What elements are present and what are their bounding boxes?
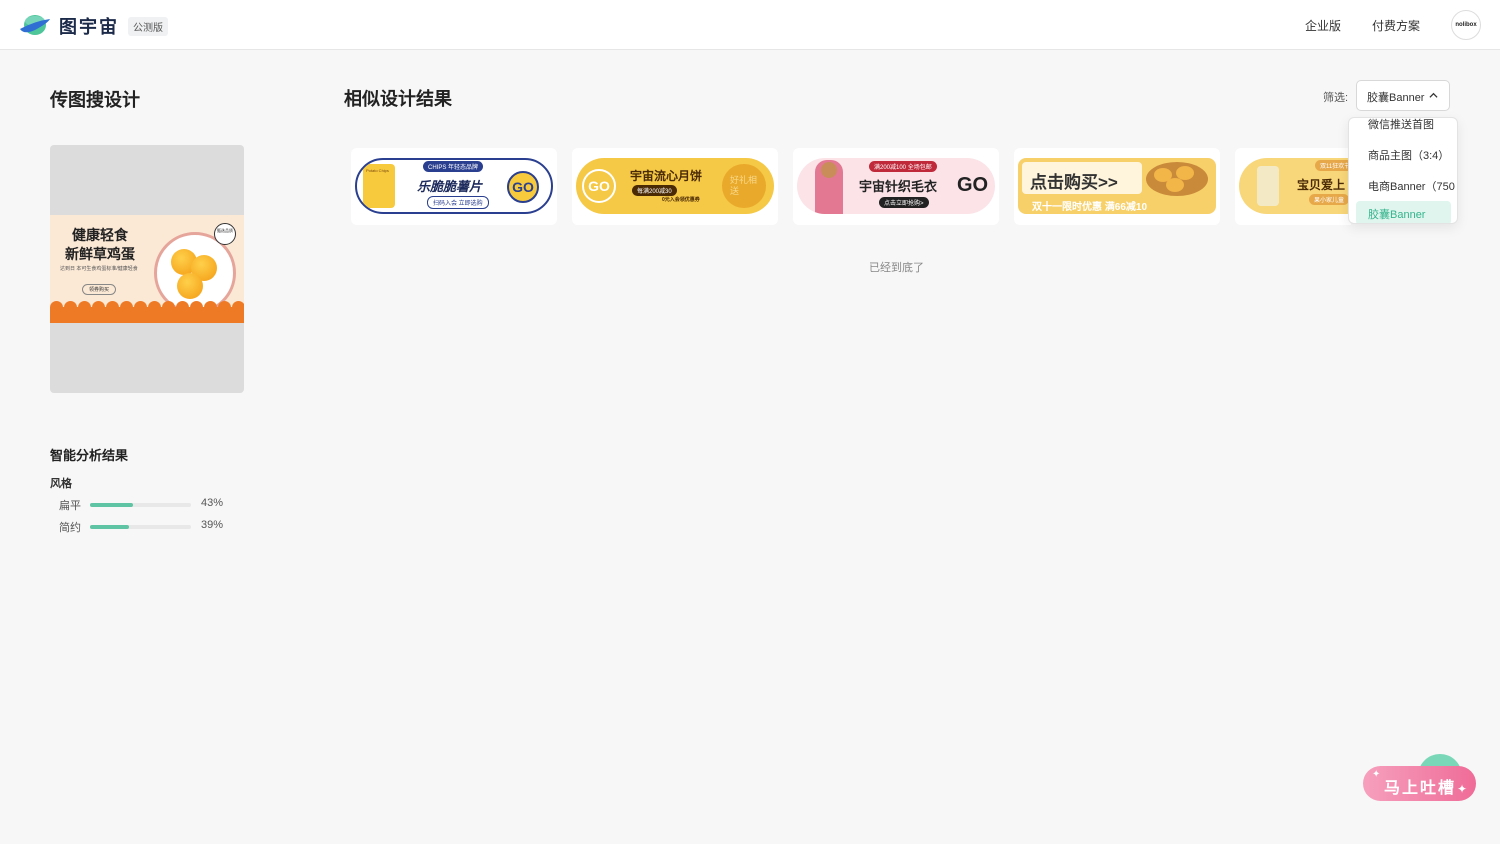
filter-dropdown-menu: 微信推送首图 商品主图（3:4） 电商Banner（750 胶囊Banner (1348, 117, 1458, 224)
design-badge: 甄选品质 (214, 223, 236, 245)
planet-logo-icon[interactable] (18, 11, 52, 39)
card-tag: 满200减100 全场包邮 (869, 161, 937, 172)
nav-pricing-link[interactable]: 付费方案 (1372, 17, 1420, 34)
dropdown-option-wechat-cover[interactable]: 微信推送首图 (1349, 118, 1457, 135)
metric-value: 39% (201, 519, 224, 531)
card-subtext: 双十一限时优惠 满66减10 (1032, 202, 1148, 213)
sparkle-icon: ✦ (1457, 782, 1470, 796)
card-subtext: 每满200减30 (632, 185, 677, 196)
uploaded-image-preview[interactable]: 健康轻食 新鲜草鸡蛋 达到日 本可生食鸡蛋标准/健康轻食 领券购买 甄选品质 (50, 145, 244, 393)
bottle-image (1257, 166, 1279, 206)
card-go-badge: GO (507, 171, 539, 203)
mooncake-image: 好礼相送 (722, 164, 766, 208)
card-go-badge: GO (582, 169, 616, 203)
card-tag: 双11狂欢节 (1315, 160, 1351, 171)
upload-search-title: 传图搜设计 (50, 90, 140, 110)
metric-flat: 扁平 43% (59, 497, 239, 512)
card-title: 宝贝爱上 (1297, 178, 1346, 192)
result-card[interactable]: 点击购买>> 双十一限时优惠 满66减10 (1014, 148, 1220, 225)
metric-bar-fill (90, 503, 134, 507)
feedback-button[interactable]: 马上吐槽 ✦ ✦ (1363, 766, 1476, 801)
card-title: 宇宙流心月饼 (630, 169, 703, 183)
model-image (815, 160, 843, 214)
card-tag: CHIPS 年轻态品牌 (423, 161, 484, 172)
result-card[interactable]: Potato Chips CHIPS 年轻态品牌 乐脆脆薯片 扫码入会 立即选购… (351, 148, 557, 225)
filter-selected-value: 胶囊Banner (1367, 92, 1425, 104)
pastry-image (1146, 162, 1208, 196)
filter-label: 筛选: (1323, 92, 1349, 104)
card-image: 满200减100 全场包邮 宇宙针织毛衣 点击立即抢购> GO (797, 158, 995, 214)
analysis-title: 智能分析结果 (50, 448, 129, 463)
card-title: 点击购买>> (1030, 173, 1118, 192)
metric-bar-track (90, 503, 191, 507)
chevron-up-icon (1429, 92, 1438, 98)
nav-enterprise-link[interactable]: 企业版 (1305, 17, 1341, 34)
metric-bar-track (90, 525, 191, 529)
result-card[interactable]: GO 宇宙流心月饼 每满200减30 0元入会领优惠券 好礼相送 (572, 148, 778, 225)
chips-bag-image: Potato Chips (363, 164, 395, 208)
feedback-label: 马上吐槽 (1384, 780, 1457, 797)
card-subtext: 扫码入会 立即选购 (427, 196, 489, 209)
end-of-results-text: 已经到底了 (869, 262, 924, 274)
design-subtext: 达到日 本可生食鸡蛋标准/健康轻食 (60, 266, 138, 272)
dropdown-option-capsule-banner[interactable]: 胶囊Banner (1356, 201, 1451, 223)
metric-name: 简约 (59, 522, 81, 534)
brand-name[interactable]: 图宇宙 (59, 13, 119, 39)
filter-select[interactable]: 胶囊Banner (1356, 80, 1450, 111)
design-line-1: 健康轻食 (72, 227, 128, 243)
card-image: Potato Chips CHIPS 年轻态品牌 乐脆脆薯片 扫码入会 立即选购… (355, 158, 553, 214)
top-header: 图宇宙 公测版 企业版 付费方案 nolibox (0, 0, 1500, 50)
beta-badge: 公测版 (128, 17, 168, 36)
result-card[interactable]: 满200减100 全场包邮 宇宙针织毛衣 点击立即抢购> GO (793, 148, 999, 225)
results-grid: Potato Chips CHIPS 年轻态品牌 乐脆脆薯片 扫码入会 立即选购… (351, 148, 1351, 226)
uploaded-design-image: 健康轻食 新鲜草鸡蛋 达到日 本可生食鸡蛋标准/健康轻食 领券购买 甄选品质 (50, 215, 244, 323)
similar-results-title: 相似设计结果 (344, 89, 452, 109)
metric-bar-fill (90, 525, 130, 529)
metric-value: 43% (201, 497, 224, 509)
design-line-2: 新鲜草鸡蛋 (65, 246, 135, 262)
card-title: 乐脆脆薯片 (417, 179, 483, 194)
card-image: GO 宇宙流心月饼 每满200减30 0元入会领优惠券 好礼相送 (576, 158, 774, 214)
card-subtext: 点击立即抢购> (879, 197, 929, 208)
card-image: 双11狂欢节 宝贝爱上 果小家儿童 (1239, 158, 1351, 214)
dropdown-option-product-main[interactable]: 商品主图（3:4） (1349, 142, 1457, 166)
card-image: 点击购买>> 双十一限时优惠 满66减10 (1018, 158, 1216, 214)
metric-name: 扁平 (59, 500, 81, 512)
card-subtext: 果小家儿童 (1309, 194, 1350, 205)
design-wave-border (50, 301, 244, 323)
card-subtext-2: 0元入会领优惠券 (662, 197, 700, 203)
design-button: 领券购买 (82, 284, 117, 295)
sparkle-icon: ✦ (1372, 769, 1383, 780)
result-card[interactable]: 双11狂欢节 宝贝爱上 果小家儿童 (1235, 148, 1351, 225)
metric-simple: 简约 39% (59, 519, 239, 534)
dropdown-option-ecommerce-banner[interactable]: 电商Banner（750 (1349, 173, 1457, 197)
card-title: 宇宙针织毛衣 (859, 179, 938, 194)
user-avatar[interactable]: nolibox (1451, 10, 1481, 40)
style-group-label: 风格 (50, 478, 72, 490)
card-go-badge: GO (957, 174, 989, 196)
